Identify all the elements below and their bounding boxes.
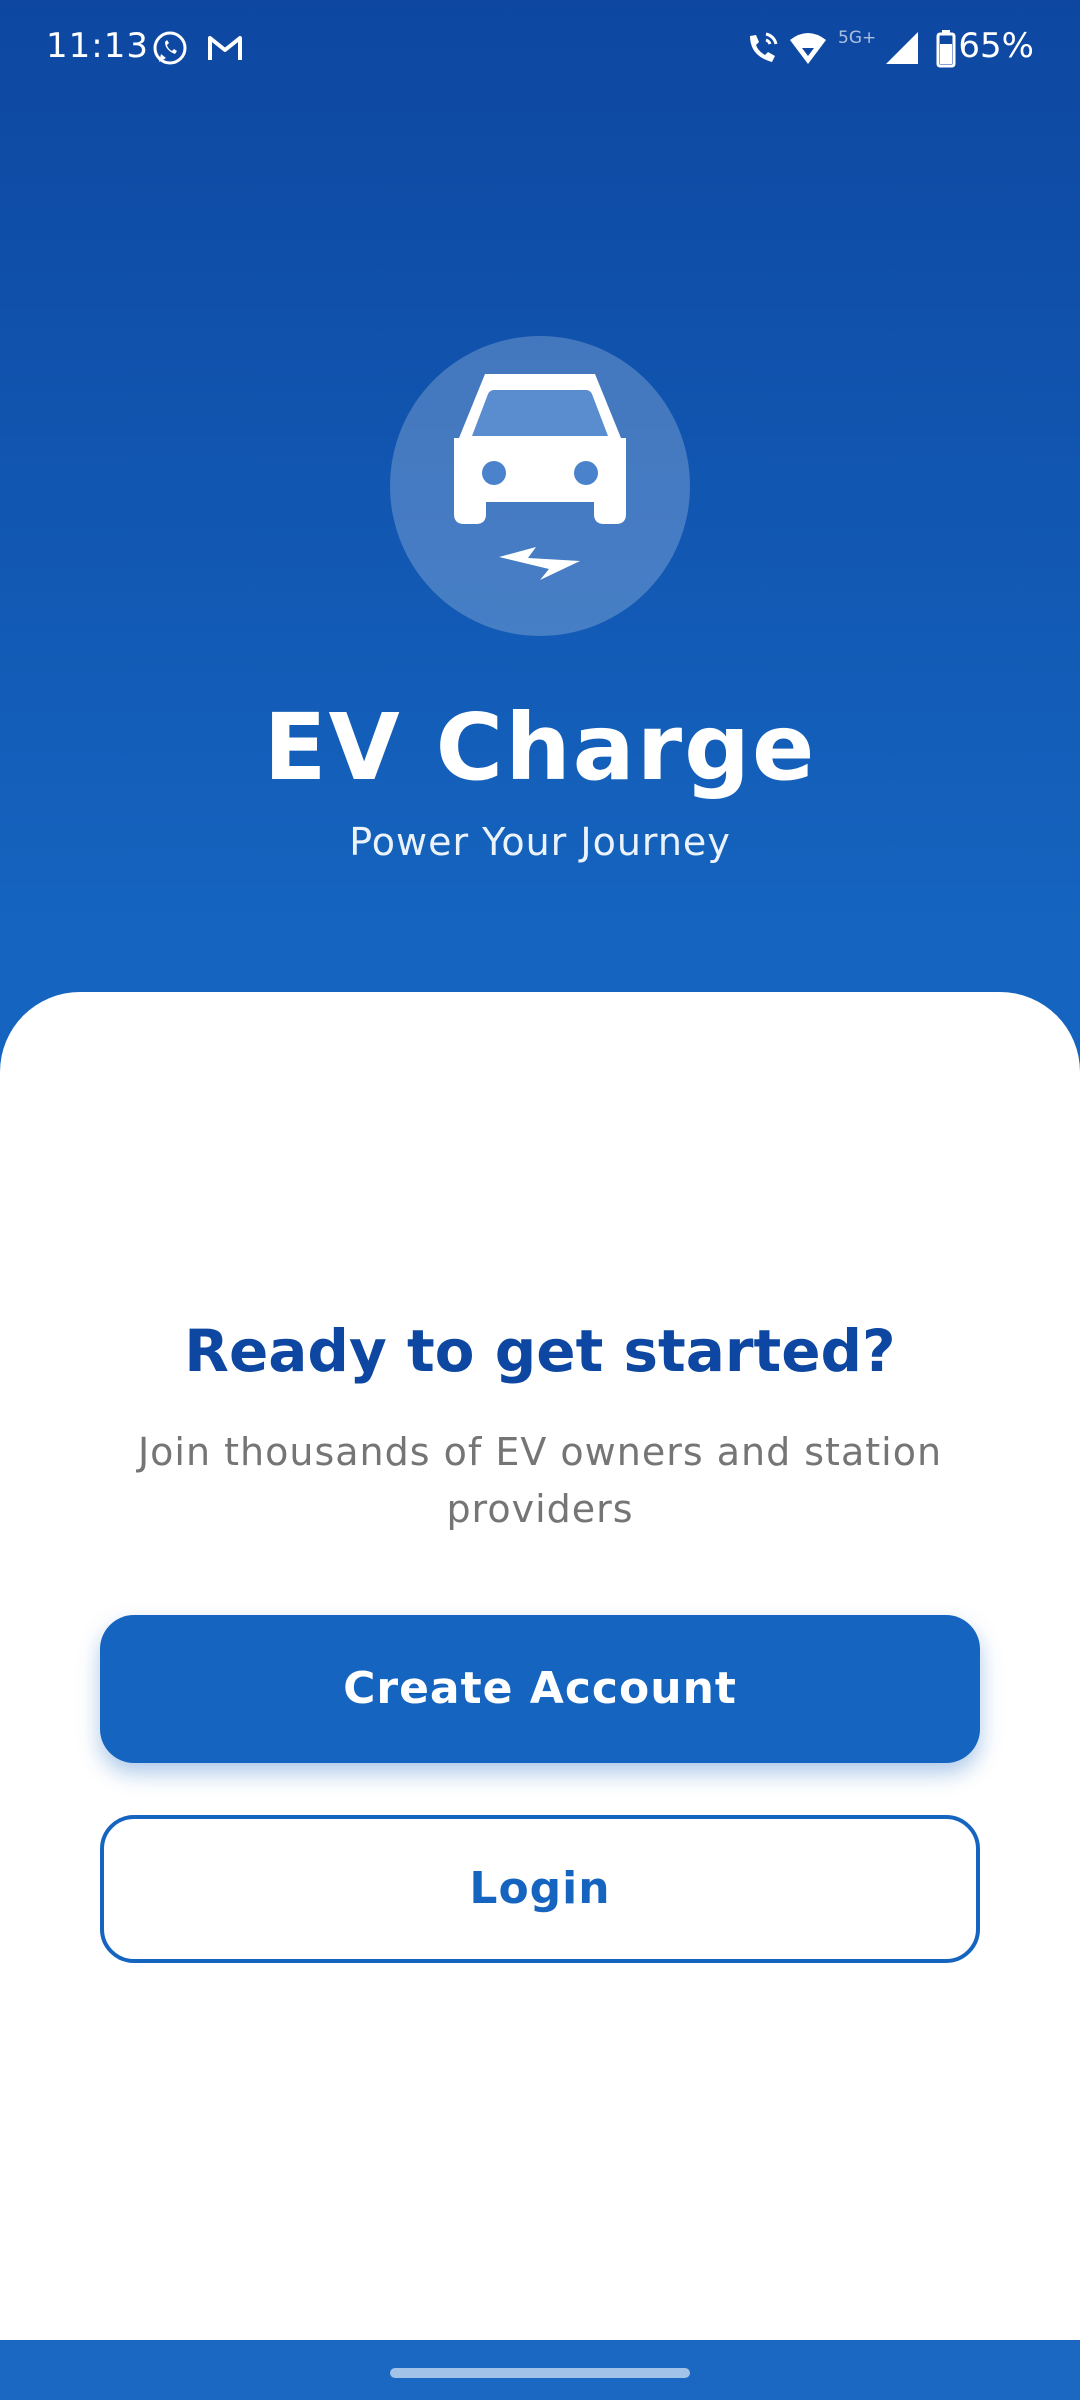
gmail-icon — [208, 36, 242, 60]
create-account-button[interactable]: Create Account — [100, 1615, 980, 1763]
wifi-icon — [790, 33, 826, 64]
navigation-bar — [0, 2340, 1080, 2400]
welcome-screen: 11:13 5G+ 65% EV Charge Power Your Journ… — [0, 0, 1080, 2400]
status-time: 11:13 — [46, 26, 149, 66]
login-button[interactable]: Login — [100, 1815, 980, 1963]
get-started-heading: Ready to get started? — [184, 1317, 896, 1385]
wifi-calling-icon — [750, 32, 778, 62]
gesture-handle[interactable] — [390, 2368, 690, 2378]
network-type-label: 5G+ — [838, 28, 877, 48]
get-started-sheet: Ready to get started? Join thousands of … — [0, 992, 1080, 2340]
battery-percentage: 65% — [958, 26, 1034, 66]
app-tagline: Power Your Journey — [349, 820, 731, 864]
whatsapp-icon — [153, 31, 187, 65]
signal-icon — [886, 32, 918, 64]
get-started-subtitle: Join thousands of EV owners and station … — [137, 1430, 943, 1531]
app-title: EV Charge — [263, 694, 817, 801]
app-logo — [390, 336, 690, 636]
car-charging-icon — [454, 374, 626, 580]
status-bar: 11:13 5G+ 65% — [0, 0, 1080, 96]
